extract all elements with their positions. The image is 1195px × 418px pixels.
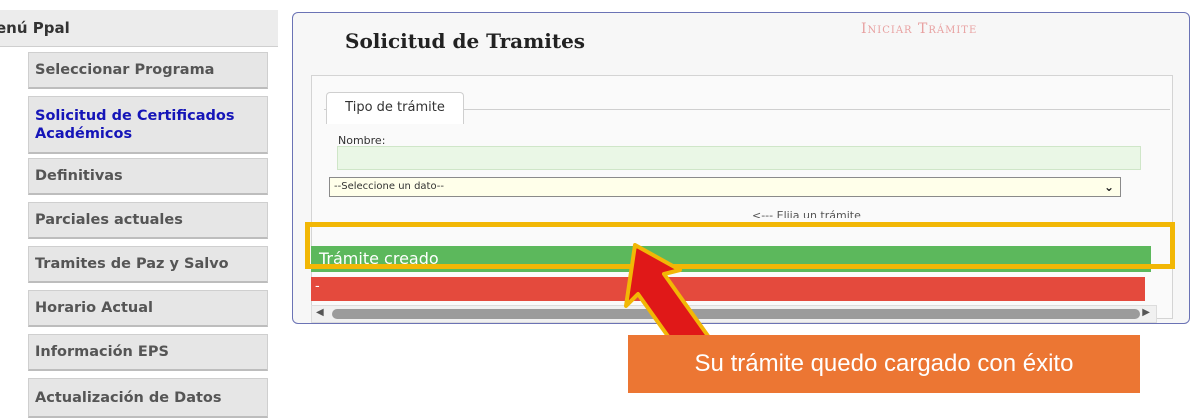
sidebar-header-label: enú Ppal — [0, 19, 70, 37]
sidebar-item-label: Definitivas — [35, 168, 123, 184]
chevron-down-icon: ⌄ — [1103, 180, 1114, 194]
sidebar-item-informacion-eps[interactable]: Información EPS — [28, 334, 268, 371]
sidebar-item-label: Horario Actual — [35, 300, 153, 316]
sidebar-item-parciales-actuales[interactable]: Parciales actuales — [28, 202, 268, 239]
sidebar-item-horario-actual[interactable]: Horario Actual — [28, 290, 268, 327]
sidebar-item-seleccionar-programa[interactable]: Seleccionar Programa — [28, 52, 268, 89]
callout-note: Su trámite quedo cargado con éxito — [628, 335, 1140, 393]
scroll-right-icon[interactable]: ▶ — [1142, 307, 1150, 318]
sidebar-item-tramites-paz-salvo[interactable]: Tramites de Paz y Salvo — [28, 246, 268, 283]
sidebar-item-label: Tramites de Paz y Salvo — [35, 256, 229, 272]
tramite-select[interactable]: --Seleccione un dato-- ⌄ — [329, 177, 1121, 197]
tab-tipo-tramite[interactable]: Tipo de trámite — [326, 92, 464, 124]
tramite-select-value: --Seleccione un dato-- — [334, 181, 444, 192]
sidebar-item-label: Actualización de Datos — [35, 389, 222, 406]
sidebar-item-label: Parciales actuales — [35, 212, 183, 228]
sidebar-item-label: Información EPS — [35, 344, 169, 360]
sidebar-item-solicitud-certificados[interactable]: Solicitud de Certificados Académicos — [28, 96, 268, 154]
nombre-input[interactable] — [337, 146, 1141, 170]
page-title: Solicitud de Tramites — [345, 29, 586, 53]
sidebar-item-label: Seleccionar Programa — [35, 62, 215, 78]
sidebar-header: enú Ppal — [0, 10, 278, 47]
scroll-left-icon[interactable]: ◀ — [316, 307, 324, 318]
sidebar-item-label: Solicitud de Certificados Académicos — [35, 107, 235, 142]
select-hint: <--- Elija un trámite — [752, 209, 861, 218]
sidebar: enú Ppal Seleccionar Programa Solicitud … — [0, 0, 278, 418]
iniciar-tramite-link[interactable]: Iniciar Trámite — [861, 21, 977, 37]
sidebar-item-actualizacion-datos[interactable]: Actualización de Datos — [28, 378, 268, 418]
sidebar-item-definitivas[interactable]: Definitivas — [28, 158, 268, 195]
